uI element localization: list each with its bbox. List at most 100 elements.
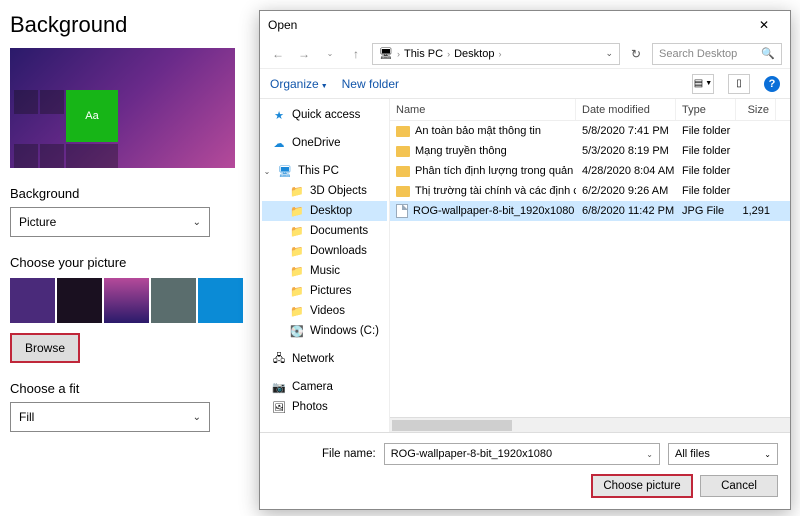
file-name: Phân tích định lượng trong quản trị xyxy=(415,165,576,177)
col-date[interactable]: Date modified xyxy=(576,99,676,120)
thumb-4[interactable] xyxy=(151,278,196,323)
expand-icon[interactable]: ⌄ xyxy=(262,167,272,176)
tree-photos[interactable]: 🖼Photos xyxy=(262,397,387,417)
breadcrumb-thispc[interactable]: This PC xyxy=(404,48,443,60)
nav-tree: ★Quick access ☁OneDrive ⌄🖥This PC 📁3D Ob… xyxy=(260,99,390,432)
pc-icon: 🖥 xyxy=(278,164,292,178)
choose-picture-label: Choose your picture xyxy=(10,255,250,270)
file-size: 1,291 xyxy=(736,205,776,217)
view-options-icon[interactable]: ▤▼ xyxy=(692,74,714,94)
file-type: File folder xyxy=(676,145,736,157)
organize-menu[interactable]: Organize▼ xyxy=(270,77,328,91)
col-size[interactable]: Size xyxy=(736,99,776,120)
tree-3d-objects[interactable]: 📁3D Objects xyxy=(262,181,387,201)
dialog-footer: File name: ROG-wallpaper-8-bit_1920x1080… xyxy=(260,432,790,509)
folder-icon: 📁 xyxy=(290,284,304,298)
drive-icon: 💽 xyxy=(290,324,304,338)
file-date: 6/2/2020 9:26 AM xyxy=(576,185,676,197)
thumb-5[interactable] xyxy=(198,278,243,323)
refresh-icon[interactable]: ↻ xyxy=(626,47,646,61)
chevron-down-icon: ⌄ xyxy=(193,217,201,228)
preview-pane-icon[interactable]: ▯ xyxy=(728,74,750,94)
file-icon xyxy=(396,204,408,218)
chevron-down-icon: ⌄ xyxy=(764,450,771,459)
tree-this-pc[interactable]: ⌄🖥This PC xyxy=(262,161,387,181)
nav-up-icon[interactable]: ↑ xyxy=(346,44,366,64)
nav-back-icon[interactable]: ← xyxy=(268,44,288,64)
folder-icon: 📁 xyxy=(290,244,304,258)
file-row[interactable]: An toàn bảo mật thông tin 5/8/2020 7:41 P… xyxy=(390,121,790,141)
dialog-navbar: ← → ⌄ ↑ 🖥 › This PC › Desktop › ⌄ ↻ Sear… xyxy=(260,39,790,69)
breadcrumb-desktop[interactable]: Desktop xyxy=(454,48,494,60)
chevron-down-icon[interactable]: ⌄ xyxy=(646,450,653,459)
dialog-title: Open xyxy=(268,18,744,32)
photos-icon: 🖼 xyxy=(272,400,286,414)
file-list: Name Date modified Type Size An toàn bảo… xyxy=(390,99,790,432)
thumb-1[interactable] xyxy=(10,278,55,323)
nav-recent-icon[interactable]: ⌄ xyxy=(320,44,340,64)
page-title: Background xyxy=(10,12,250,38)
folder-icon: 📁 xyxy=(290,304,304,318)
choose-picture-button[interactable]: Choose picture xyxy=(592,475,692,497)
search-input[interactable]: Search Desktop 🔍 xyxy=(652,43,782,65)
file-name: Thị trường tài chính và các định chế tài… xyxy=(415,185,576,197)
file-name: ROG-wallpaper-8-bit_1920x1080 xyxy=(413,205,574,217)
tree-quick-access[interactable]: ★Quick access xyxy=(262,105,387,125)
col-type[interactable]: Type xyxy=(676,99,736,120)
horizontal-scrollbar[interactable] xyxy=(390,417,790,432)
dialog-titlebar: Open ✕ xyxy=(260,11,790,39)
tree-downloads[interactable]: 📁Downloads xyxy=(262,241,387,261)
nav-forward-icon[interactable]: → xyxy=(294,44,314,64)
tree-desktop[interactable]: 📁Desktop xyxy=(262,201,387,221)
chevron-right-icon: › xyxy=(498,49,501,59)
search-icon: 🔍 xyxy=(761,47,775,60)
tree-music[interactable]: 📁Music xyxy=(262,261,387,281)
tree-videos[interactable]: 📁Videos xyxy=(262,301,387,321)
address-dropdown-icon[interactable]: ⌄ xyxy=(605,48,613,59)
file-row[interactable]: Thị trường tài chính và các định chế tài… xyxy=(390,181,790,201)
filename-label: File name: xyxy=(322,448,376,460)
settings-background-panel: Background Aa Background Picture ⌄ Choos… xyxy=(0,0,260,432)
picture-thumbnails xyxy=(10,278,250,323)
wallpaper-preview: Aa xyxy=(10,48,235,168)
file-row[interactable]: ROG-wallpaper-8-bit_1920x10806/8/2020 11… xyxy=(390,201,790,221)
column-headers: Name Date modified Type Size xyxy=(390,99,790,121)
folder-icon: 📁 xyxy=(290,184,304,198)
open-file-dialog: Open ✕ ← → ⌄ ↑ 🖥 › This PC › Desktop › ⌄… xyxy=(259,10,791,510)
close-icon[interactable]: ✕ xyxy=(744,18,784,32)
file-row[interactable]: Mạng truyền thông 5/3/2020 8:19 PMFile fo… xyxy=(390,141,790,161)
browse-button[interactable]: Browse xyxy=(10,333,80,363)
col-name[interactable]: Name xyxy=(390,99,576,120)
thumb-3[interactable] xyxy=(104,278,149,323)
thumb-2[interactable] xyxy=(57,278,102,323)
cancel-button[interactable]: Cancel xyxy=(700,475,778,497)
chevron-right-icon: › xyxy=(447,49,450,59)
help-icon[interactable]: ? xyxy=(764,76,780,92)
file-name: Mạng truyền thông xyxy=(415,145,507,157)
tree-windows-c[interactable]: 💽Windows (C:) xyxy=(262,321,387,341)
file-row[interactable]: Phân tích định lượng trong quản trị4/28/… xyxy=(390,161,790,181)
fit-select-value: Fill xyxy=(19,410,34,424)
new-folder-button[interactable]: New folder xyxy=(342,77,399,91)
file-type: File folder xyxy=(676,165,736,177)
file-name: An toàn bảo mật thông tin xyxy=(415,125,541,137)
fit-select[interactable]: Fill ⌄ xyxy=(10,402,210,432)
folder-icon: 📁 xyxy=(290,264,304,278)
file-date: 5/8/2020 7:41 PM xyxy=(576,125,676,137)
background-select[interactable]: Picture ⌄ xyxy=(10,207,210,237)
file-date: 6/8/2020 11:42 PM xyxy=(576,205,676,217)
address-bar[interactable]: 🖥 › This PC › Desktop › ⌄ xyxy=(372,43,620,65)
filename-input[interactable]: ROG-wallpaper-8-bit_1920x1080 ⌄ xyxy=(384,443,660,465)
tree-camera[interactable]: 📷Camera xyxy=(262,377,387,397)
search-placeholder: Search Desktop xyxy=(659,48,737,60)
folder-icon: 📁 xyxy=(290,204,304,218)
folder-icon xyxy=(396,146,410,157)
tree-documents[interactable]: 📁Documents xyxy=(262,221,387,241)
tree-pictures[interactable]: 📁Pictures xyxy=(262,281,387,301)
tree-network[interactable]: 🖧Network xyxy=(262,349,387,369)
camera-icon: 📷 xyxy=(272,380,286,394)
file-type-select[interactable]: All files ⌄ xyxy=(668,443,778,465)
file-date: 5/3/2020 8:19 PM xyxy=(576,145,676,157)
star-icon: ★ xyxy=(272,108,286,122)
tree-onedrive[interactable]: ☁OneDrive xyxy=(262,133,387,153)
